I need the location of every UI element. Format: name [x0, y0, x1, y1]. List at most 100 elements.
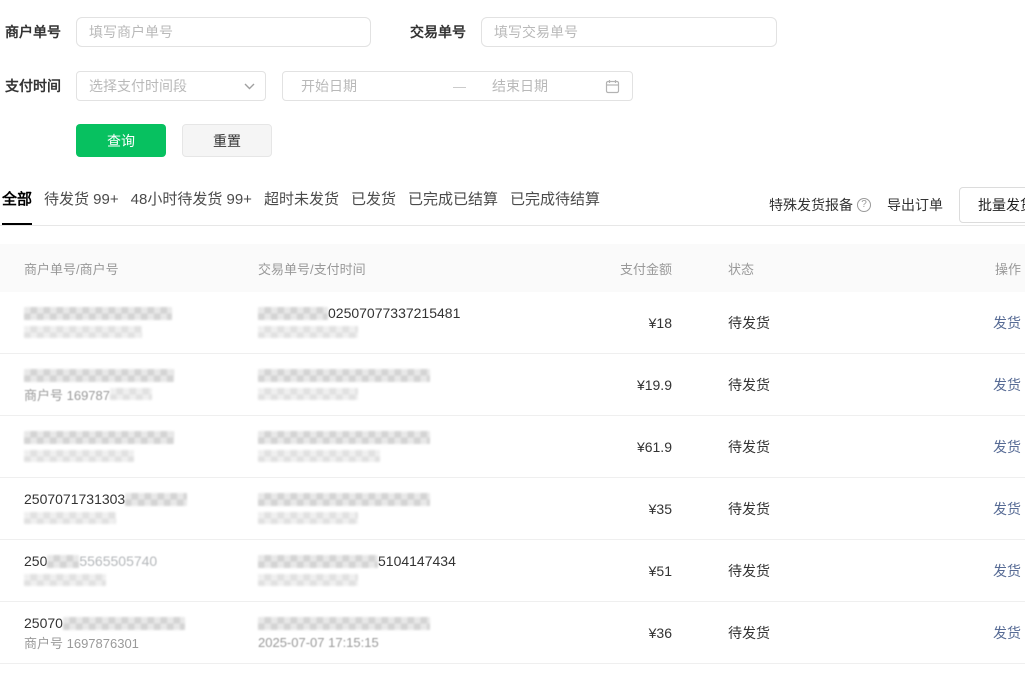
- cell-text: 2507071731303: [24, 491, 125, 507]
- status-tab-3[interactable]: 超时未发货: [264, 188, 339, 212]
- header-txn-no: 交易单号/支付时间: [258, 259, 560, 278]
- action-cell: 发货: [889, 623, 1025, 643]
- ship-link[interactable]: 发货: [993, 377, 1021, 393]
- header-merchant-no: 商户单号/商户号: [24, 259, 258, 278]
- date-range-picker[interactable]: 开始日期 — 结束日期: [282, 71, 633, 101]
- row-primary-line: [24, 430, 258, 444]
- status-tab-4[interactable]: 已发货: [351, 188, 396, 212]
- row-primary-line: [24, 368, 258, 382]
- status-tab-0[interactable]: 全部: [2, 188, 32, 212]
- redacted-block: [258, 431, 430, 444]
- order-management-page: 商户单号 交易单号 支付时间 选择支付时间段 开始日期 — 结束日期 查询 重置…: [0, 0, 1025, 682]
- chevron-down-icon: [244, 83, 255, 90]
- pay-time-label: 支付时间: [5, 71, 61, 101]
- ship-link[interactable]: 发货: [993, 439, 1021, 455]
- cell-text: 5565505740: [79, 553, 157, 569]
- status-tab-2[interactable]: 48小时待发货 99+: [131, 188, 252, 212]
- help-icon[interactable]: ?: [857, 198, 871, 212]
- header-action: 操作: [889, 259, 1025, 278]
- amount-cell: ¥51: [560, 563, 672, 579]
- redacted-block: [110, 388, 152, 400]
- row-secondary-line: [24, 573, 258, 587]
- special-shipping-report-link[interactable]: 特殊发货报备 ?: [769, 195, 871, 215]
- txn-cell: 02507077337215481: [258, 306, 560, 339]
- table-row: ¥61.9 待发货 发货: [0, 416, 1025, 478]
- table-body: 02507077337215481 ¥18 待发货 发货 商户号 169787 …: [0, 292, 1025, 664]
- redacted-block: [63, 617, 185, 630]
- start-date-placeholder: 开始日期: [301, 76, 357, 96]
- merchant-cell: 2507071731303: [24, 492, 258, 525]
- row-primary-line: [258, 368, 560, 382]
- batch-ship-button[interactable]: 批量发货: [959, 187, 1025, 223]
- row-primary-line: 2507071731303: [24, 492, 258, 506]
- status-cell: 待发货: [672, 437, 889, 457]
- table-row: 02507077337215481 ¥18 待发货 发货: [0, 292, 1025, 354]
- merchant-cell: 250 5565505740: [24, 554, 258, 587]
- merchant-cell: [24, 430, 258, 463]
- redacted-block: [258, 512, 358, 524]
- action-cell: 发货: [889, 437, 1025, 457]
- redacted-block: [24, 307, 172, 320]
- txn-cell: [258, 430, 560, 463]
- date-range-separator: —: [453, 79, 466, 94]
- ship-link[interactable]: 发货: [993, 625, 1021, 641]
- status-cell: 待发货: [672, 561, 889, 581]
- row-secondary-line: 2025-07-07 17:15:15: [258, 635, 560, 649]
- redacted-block: [258, 493, 430, 506]
- txn-no-input[interactable]: [481, 17, 777, 47]
- row-secondary-line: [24, 511, 258, 525]
- cell-text: 商户号 169787: [24, 385, 110, 404]
- status-tab-6[interactable]: 已完成待结算: [510, 188, 600, 212]
- special-shipping-report-label: 特殊发货报备: [769, 195, 853, 215]
- row-secondary-line: [258, 511, 560, 525]
- status-tab-5[interactable]: 已完成已结算: [408, 188, 498, 212]
- status-cell: 待发货: [672, 623, 889, 643]
- merchant-no-input[interactable]: [76, 17, 371, 47]
- redacted-block: [24, 369, 174, 382]
- row-secondary-line: [24, 325, 258, 339]
- redacted-block: [258, 574, 358, 586]
- redacted-block: [24, 326, 142, 338]
- header-status: 状态: [672, 259, 889, 278]
- redacted-block: [258, 388, 358, 400]
- status-cell: 待发货: [672, 375, 889, 395]
- row-primary-line: 5104147434: [258, 554, 560, 568]
- merchant-cell: 商户号 169787: [24, 368, 258, 401]
- redacted-block: [258, 555, 378, 568]
- status-cell: 待发货: [672, 313, 889, 333]
- cell-text: 02507077337215481: [328, 305, 460, 321]
- redacted-block: [258, 326, 358, 338]
- row-secondary-line: [24, 449, 258, 463]
- cell-text: 250: [24, 553, 47, 569]
- export-orders-link[interactable]: 导出订单: [887, 195, 943, 215]
- search-button[interactable]: 查询: [76, 124, 166, 157]
- cell-text: 2025-07-07 17:15:15: [258, 635, 379, 650]
- orders-table: 商户单号/商户号 交易单号/支付时间 支付金额 状态 操作 0250707733…: [0, 244, 1025, 664]
- status-tab-bar: 全部待发货 99+ 48小时待发货 99+ 超时未发货已发货已完成已结算已完成待结算…: [0, 184, 1025, 226]
- action-cell: 发货: [889, 499, 1025, 519]
- redacted-block: [24, 450, 134, 462]
- table-row: 商户号 169787 ¥19.9 待发货 发货: [0, 354, 1025, 416]
- row-primary-line: 25070: [24, 616, 258, 630]
- status-tabs: 全部待发货 99+ 48小时待发货 99+ 超时未发货已发货已完成已结算已完成待结算: [2, 188, 600, 212]
- ship-link[interactable]: 发货: [993, 563, 1021, 579]
- amount-cell: ¥19.9: [560, 377, 672, 393]
- ship-link[interactable]: 发货: [993, 315, 1021, 331]
- pay-time-range-placeholder: 选择支付时间段: [89, 76, 187, 96]
- row-primary-line: [24, 306, 258, 320]
- table-header-row: 商户单号/商户号 交易单号/支付时间 支付金额 状态 操作: [0, 244, 1025, 292]
- ship-link[interactable]: 发货: [993, 501, 1021, 517]
- merchant-cell: [24, 306, 258, 339]
- pay-time-range-select[interactable]: 选择支付时间段: [76, 71, 266, 101]
- table-row: 250 5565505740 5104147434 ¥51 待发货 发货: [0, 540, 1025, 602]
- redacted-block: [47, 555, 79, 568]
- amount-cell: ¥61.9: [560, 439, 672, 455]
- reset-button[interactable]: 重置: [182, 124, 272, 157]
- tab-toolbar: 特殊发货报备 ? 导出订单 批量发货: [769, 184, 1025, 225]
- amount-cell: ¥36: [560, 625, 672, 641]
- status-tab-1[interactable]: 待发货 99+: [44, 188, 119, 212]
- calendar-icon: [605, 79, 620, 94]
- row-secondary-line: [258, 387, 560, 401]
- row-primary-line: [258, 616, 560, 630]
- redacted-block: [24, 574, 106, 586]
